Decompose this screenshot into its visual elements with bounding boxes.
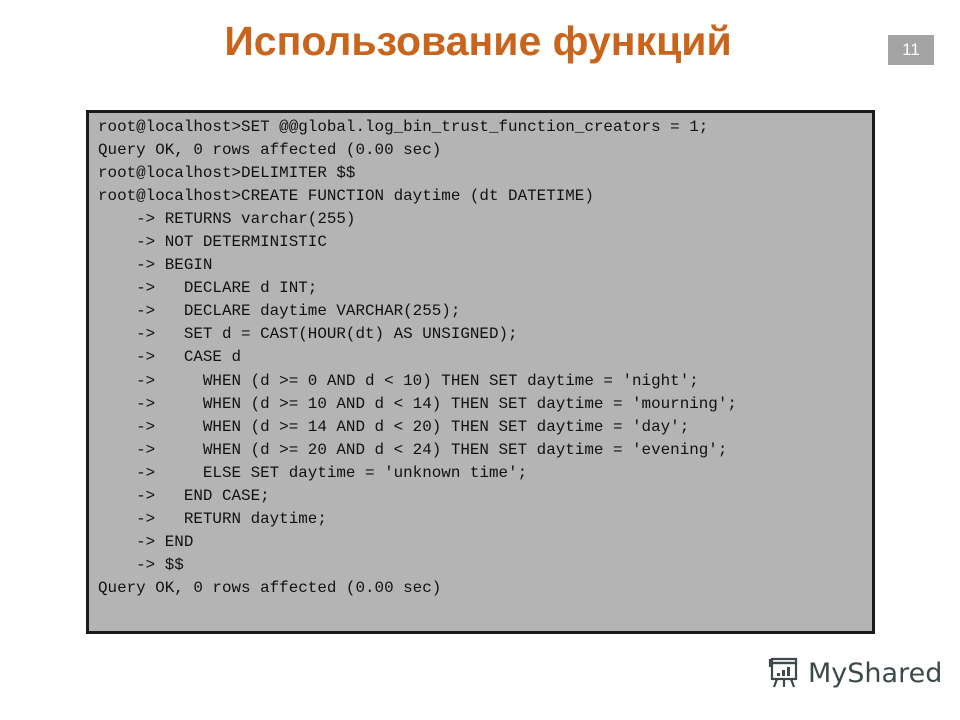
presentation-board-icon [768,657,798,688]
console-line: -> $$ [98,555,184,574]
console-line: -> ELSE SET daytime = 'unknown time'; [98,463,528,482]
page-number-badge: 11 [888,35,934,65]
console-line: -> WHEN (d >= 20 AND d < 24) THEN SET da… [98,440,728,459]
console-line: -> BEGIN [98,256,213,275]
console-line: -> SET d = CAST(HOUR(dt) AS UNSIGNED); [98,325,518,344]
console-line: Query OK, 0 rows affected (0.00 sec) [98,578,442,597]
logo-text: MyShared [808,657,943,689]
console-line: -> END CASE; [98,486,270,505]
console-line: -> RETURN daytime; [98,509,327,528]
console-line: -> NOT DETERMINISTIC [98,233,327,252]
console-line: root@localhost>CREATE FUNCTION daytime (… [98,187,594,206]
console-line: -> DECLARE d INT; [98,279,318,298]
console-line: root@localhost>DELIMITER $$ [98,164,356,183]
slide-title: Использование функций [224,18,732,64]
myshared-logo: MyShared [766,655,942,691]
console-line: root@localhost>SET @@global.log_bin_trus… [98,118,709,136]
console-line: -> WHEN (d >= 0 AND d < 10) THEN SET day… [98,371,699,390]
console-line: -> WHEN (d >= 10 AND d < 14) THEN SET da… [98,394,737,413]
console-lines: root@localhost>SET @@global.log_bin_trus… [98,116,737,600]
console-output: root@localhost>SET @@global.log_bin_trus… [86,110,875,634]
console-line: -> END [98,532,194,551]
console-line: -> WHEN (d >= 14 AND d < 20) THEN SET da… [98,417,690,436]
console-line: -> DECLARE daytime VARCHAR(255); [98,302,461,321]
console-line: -> CASE d [98,348,242,367]
console-line: -> RETURNS varchar(255) [98,210,356,229]
console-line: Query OK, 0 rows affected (0.00 sec) [98,141,442,160]
